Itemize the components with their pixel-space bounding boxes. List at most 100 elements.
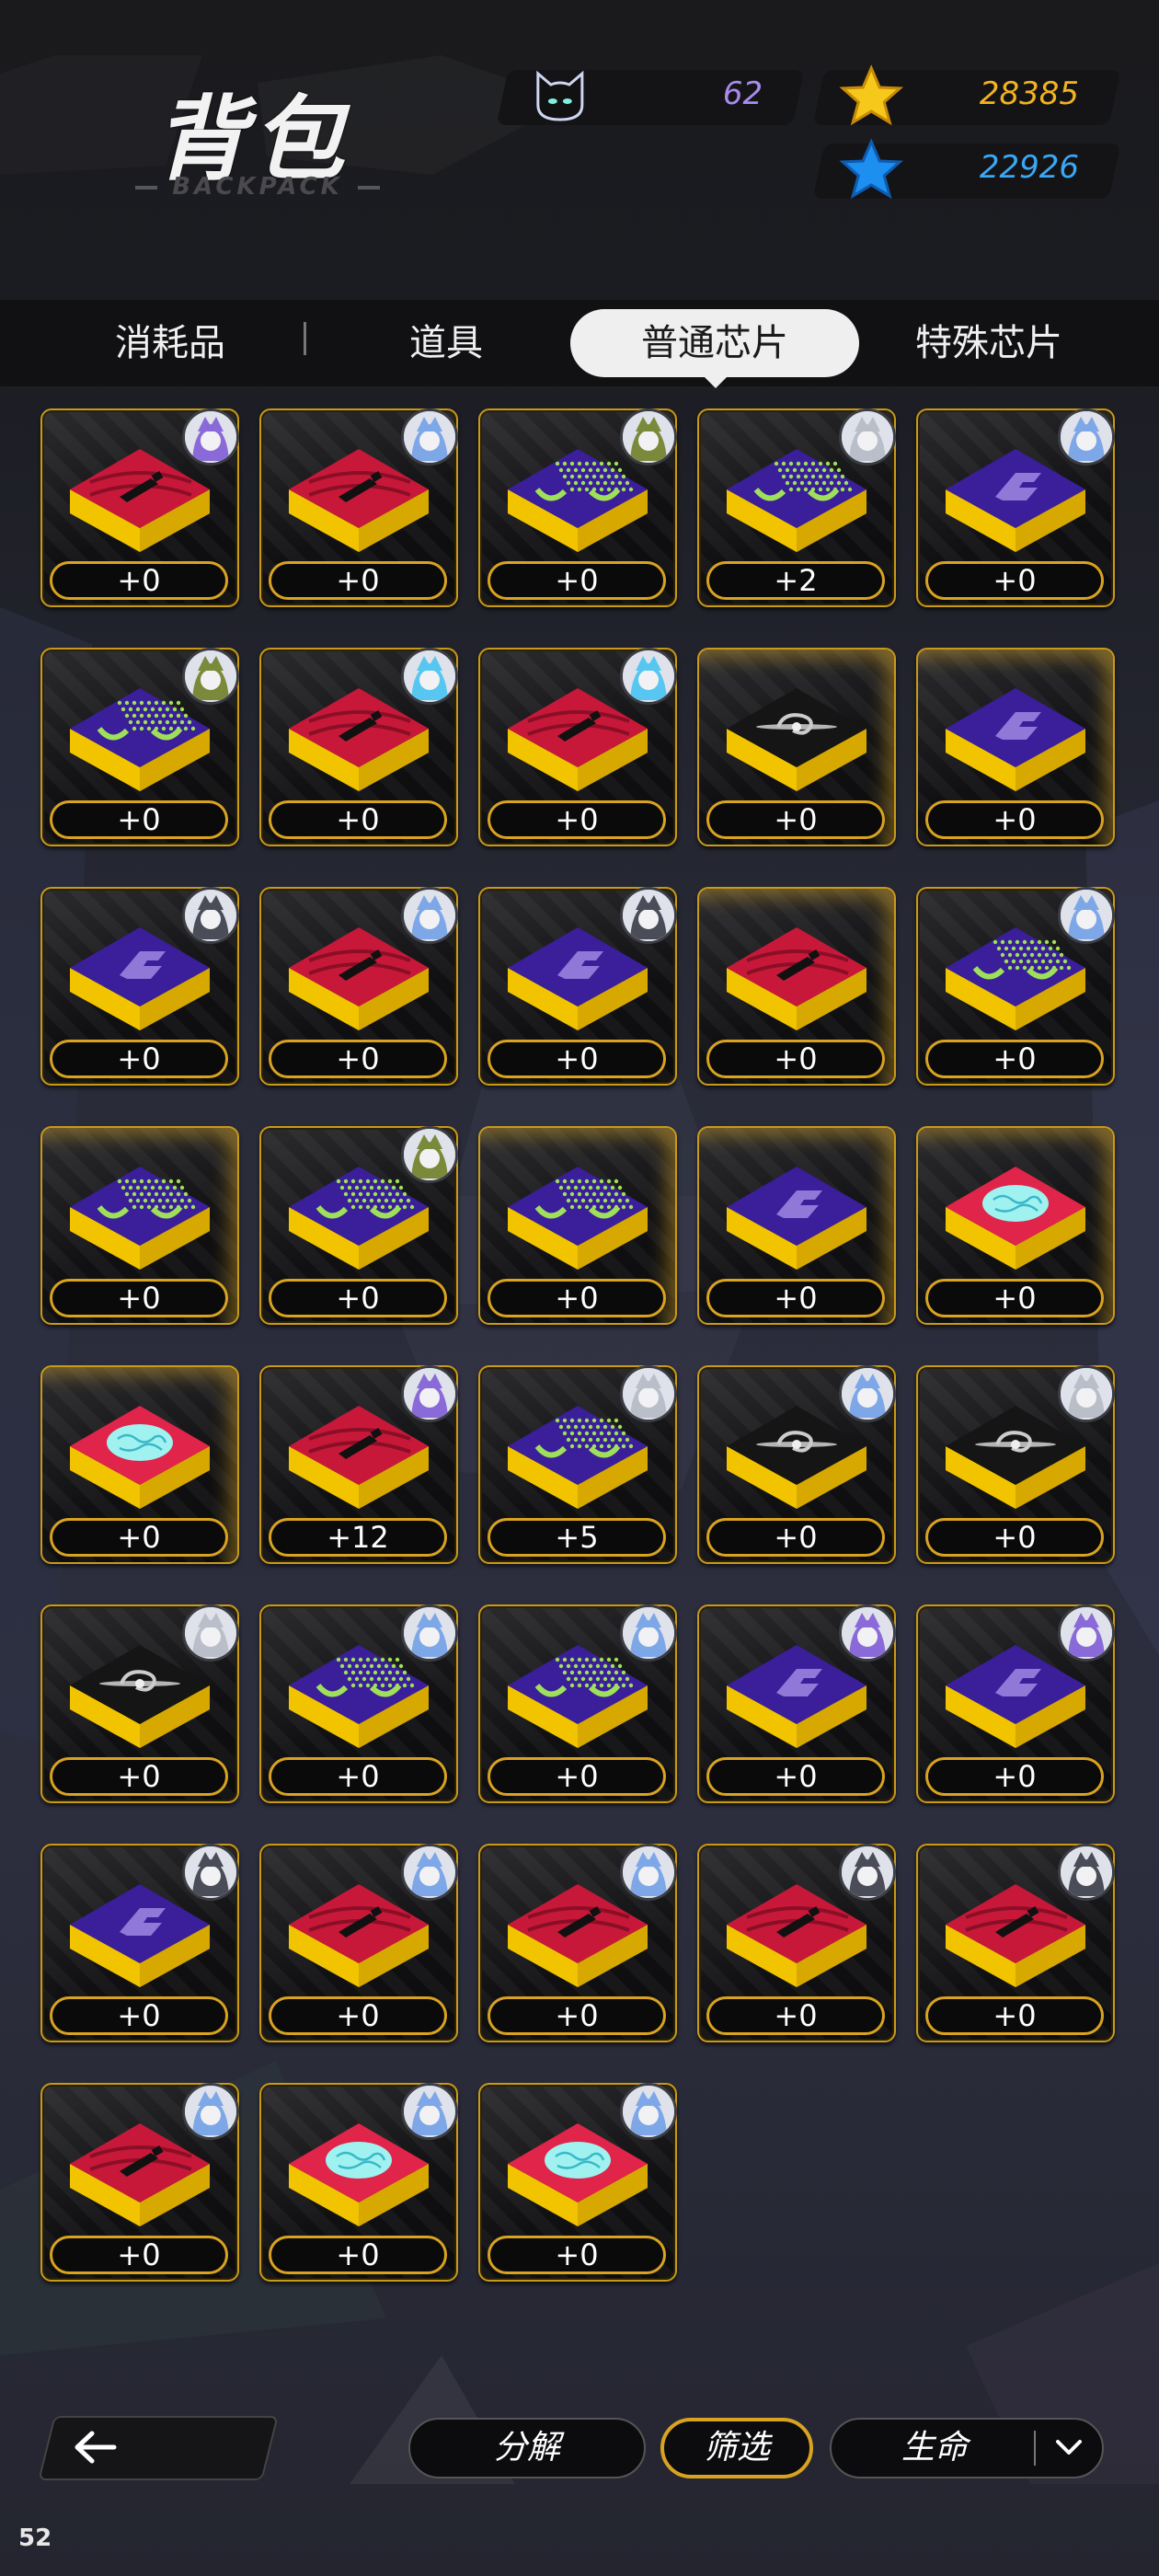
chip-card[interactable]: +0: [40, 1365, 239, 1564]
blue-star-count: 22926: [979, 149, 1079, 186]
character-portrait-icon: [404, 1368, 455, 1420]
chip-level: +0: [269, 1996, 447, 2035]
chip-card[interactable]: +0: [697, 1604, 896, 1803]
chip-icon: [727, 927, 866, 1030]
tab-normal-chips[interactable]: 普通芯片: [570, 309, 859, 377]
chip-level: +0: [269, 561, 447, 600]
character-avatar: [839, 1365, 896, 1422]
character-avatar: [839, 408, 896, 466]
chip-card[interactable]: +0: [40, 648, 239, 846]
filter-button[interactable]: 筛选: [660, 2418, 813, 2478]
character-avatar: [401, 648, 458, 705]
character-avatar: [620, 1365, 677, 1422]
arrow-left-icon: [75, 2431, 117, 2464]
chip-icon: [946, 688, 1085, 791]
chevron-down-icon[interactable]: [1052, 2436, 1085, 2460]
chip-card[interactable]: +12: [259, 1365, 458, 1564]
chip-card[interactable]: +0: [916, 887, 1115, 1086]
chip-card[interactable]: +2: [697, 408, 896, 607]
chip-level: +0: [925, 1518, 1104, 1557]
character-portrait-icon: [404, 411, 455, 463]
blue-star-counter: 22926: [812, 138, 1121, 200]
chip-card[interactable]: +0: [478, 408, 677, 607]
chip-level: +0: [50, 800, 228, 839]
chip-level: +0: [488, 1757, 666, 1796]
chip-card[interactable]: +0: [478, 1126, 677, 1325]
chip-card[interactable]: +0: [259, 887, 458, 1086]
chip-card[interactable]: +0: [916, 1126, 1115, 1325]
chip-card[interactable]: +0: [697, 1844, 896, 2042]
tab-special-chips[interactable]: 特殊芯片: [883, 300, 1095, 386]
chip-card[interactable]: +0: [478, 2083, 677, 2282]
tab-bar: 消耗品 道具 普通芯片 特殊芯片: [0, 300, 1159, 388]
chip-card[interactable]: +0: [478, 887, 677, 1086]
chip-card[interactable]: +0: [40, 408, 239, 607]
character-avatar: [839, 1604, 896, 1662]
chip-card[interactable]: +0: [478, 648, 677, 846]
character-portrait-icon: [623, 1846, 674, 1898]
chip-icon: [70, 1406, 210, 1509]
chip-card[interactable]: +0: [259, 1844, 458, 2042]
chip-card[interactable]: +0: [259, 1604, 458, 1803]
chip-card[interactable]: +0: [40, 1126, 239, 1325]
character-avatar: [1058, 1844, 1115, 1901]
character-portrait-icon: [623, 2086, 674, 2137]
gold-star-icon: [839, 64, 903, 126]
chip-card[interactable]: +0: [40, 887, 239, 1086]
chip-level: +0: [488, 1279, 666, 1317]
chip-card[interactable]: +0: [259, 1126, 458, 1325]
character-portrait-icon: [623, 1607, 674, 1659]
character-portrait-icon: [404, 1129, 455, 1180]
chip-level: +0: [269, 2236, 447, 2274]
character-portrait-icon: [185, 1846, 236, 1898]
chip-card[interactable]: +0: [40, 1604, 239, 1803]
character-portrait-icon: [842, 1368, 893, 1420]
chip-icon: [946, 1167, 1085, 1270]
tab-consumables[interactable]: 消耗品: [74, 300, 267, 386]
chip-level: +0: [925, 1757, 1104, 1796]
character-avatar: [182, 887, 239, 944]
character-avatar: [401, 1844, 458, 1901]
chip-level: +0: [269, 1279, 447, 1317]
character-portrait-icon: [623, 411, 674, 463]
chip-card[interactable]: +0: [697, 1365, 896, 1564]
chip-card[interactable]: +0: [259, 408, 458, 607]
chip-level: +0: [925, 800, 1104, 839]
chip-card[interactable]: +0: [916, 648, 1115, 846]
chip-card[interactable]: +0: [697, 887, 896, 1086]
chip-card[interactable]: +0: [259, 2083, 458, 2282]
chip-card[interactable]: +0: [916, 1365, 1115, 1564]
chip-level: +2: [706, 561, 885, 600]
chip-card[interactable]: +0: [259, 648, 458, 846]
chip-card[interactable]: +0: [40, 2083, 239, 2282]
character-portrait-icon: [623, 890, 674, 941]
character-portrait-icon: [185, 2086, 236, 2137]
chip-level: +0: [269, 800, 447, 839]
character-avatar: [620, 1604, 677, 1662]
character-avatar: [401, 2083, 458, 2140]
character-avatar: [1058, 408, 1115, 466]
tab-items[interactable]: 道具: [350, 300, 543, 386]
chip-card[interactable]: +0: [478, 1844, 677, 2042]
cat-counter: 62: [496, 70, 805, 125]
chip-level: +0: [50, 1279, 228, 1317]
character-portrait-icon: [1061, 1607, 1112, 1659]
chip-card[interactable]: +0: [40, 1844, 239, 2042]
chip-level: +0: [50, 1518, 228, 1557]
chip-card[interactable]: +0: [697, 1126, 896, 1325]
character-avatar: [1058, 1604, 1115, 1662]
character-portrait-icon: [404, 1607, 455, 1659]
character-portrait-icon: [1061, 411, 1112, 463]
character-portrait-icon: [185, 890, 236, 941]
chip-card[interactable]: +5: [478, 1365, 677, 1564]
chip-card[interactable]: +0: [697, 648, 896, 846]
chip-card[interactable]: +0: [916, 408, 1115, 607]
decompose-button[interactable]: 分解: [408, 2418, 646, 2478]
character-avatar: [182, 408, 239, 466]
chip-card[interactable]: +0: [916, 1604, 1115, 1803]
chip-card[interactable]: +0: [478, 1604, 677, 1803]
chip-level: +0: [50, 1040, 228, 1078]
sort-divider: [1034, 2431, 1036, 2466]
chip-level: +0: [706, 800, 885, 839]
chip-card[interactable]: +0: [916, 1844, 1115, 2042]
